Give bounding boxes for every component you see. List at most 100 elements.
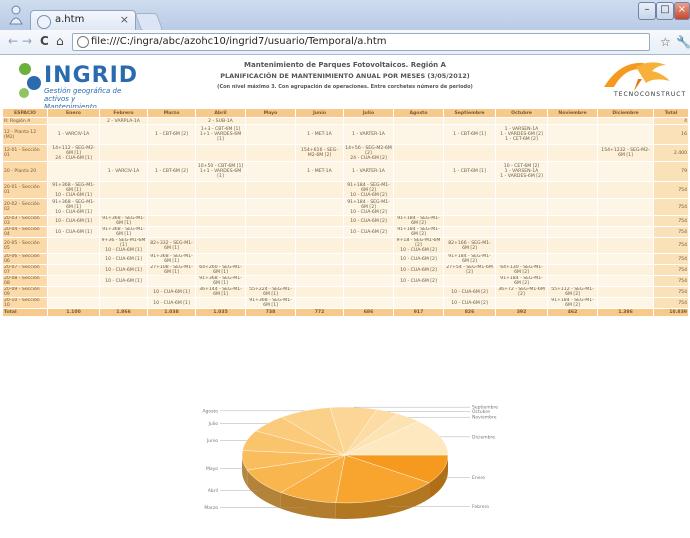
total-cell: 917 — [393, 308, 444, 317]
reload-icon[interactable]: C — [40, 34, 49, 48]
table-cell — [99, 297, 148, 309]
table-cell — [295, 264, 344, 276]
profile-icon[interactable] — [8, 4, 24, 26]
row-total-cell: 4 — [653, 117, 689, 125]
table-cell: 1 - VARCIV-1A — [99, 161, 148, 182]
table-cell — [597, 124, 654, 145]
table-cell: 10 - CUA-6M [2] — [443, 297, 496, 309]
table-cell: 1 - VARTER-1A — [343, 124, 394, 145]
table-cell — [495, 253, 548, 265]
table-cell — [47, 275, 100, 287]
table-cell: 1 - CBT-6M [1] — [443, 161, 496, 182]
table-cell — [47, 237, 100, 254]
table-cell — [443, 181, 496, 199]
title-bar: a.htm × – □ × — [0, 0, 690, 31]
table-row: 12 - Planta 12 (M2) 1 - VARCIV-1A 1 - CBT-… — [2, 124, 689, 145]
pie-label: Julio — [208, 421, 219, 427]
table-cell: 10 - CUA-6M [1] — [99, 264, 148, 276]
url-text[interactable]: file:///C:/ingra/abc/azohc10/ingrid7/usu… — [91, 36, 387, 47]
table-cell — [195, 226, 246, 238]
total-cell: Total — [2, 308, 48, 317]
table-cell: 91+368 - SEG-M1-6M [1] — [195, 275, 246, 287]
close-window-button[interactable]: × — [674, 2, 690, 20]
report-title: Mantenimiento de Parques Fotovoltaicos. … — [244, 61, 446, 69]
browser-tab[interactable]: a.htm × — [30, 10, 136, 31]
row-total-cell: 754 — [653, 286, 689, 298]
table-cell — [195, 215, 246, 227]
page-icon — [77, 36, 89, 48]
table-cell — [195, 144, 246, 162]
forward-arrow-icon[interactable]: → — [22, 34, 32, 48]
table-row: 20-08 - Sección 08 10 - CUA-6M [1] 91+368 … — [2, 275, 689, 287]
total-cell: 10.839 — [653, 308, 689, 317]
table-cell — [295, 226, 344, 238]
table-cell: 10 - CUA-6M [1] — [47, 226, 100, 238]
back-arrow-icon[interactable]: ← — [8, 34, 18, 48]
total-cell: 392 — [495, 308, 548, 317]
wrench-icon[interactable]: 🔧 — [676, 35, 690, 49]
pie-label: Junio — [206, 438, 218, 444]
table-cell — [547, 264, 598, 276]
space-cell: 20-04 - Sección 04 — [2, 226, 48, 238]
table-cell: 1 - CBT-6M [2] — [147, 161, 196, 182]
table-cell — [547, 161, 598, 182]
address-bar[interactable]: file:///C:/ingra/abc/azohc10/ingrid7/usu… — [72, 33, 650, 51]
table-cell — [495, 181, 548, 199]
column-header: Enero — [47, 108, 100, 118]
table-cell: 55+224 - SEG-M1-6M [1] — [245, 286, 296, 298]
table-cell: 64+260 - SEG-M1-6M [1] — [195, 264, 246, 276]
table-cell: 64+130 - SEG-M1-6M [2] — [495, 264, 548, 276]
table-cell: 9+36 - SEG-M1-6M [1] 10 - CUA-6M [1] — [99, 237, 148, 254]
table-cell — [343, 117, 394, 125]
minimize-button[interactable]: – — [638, 2, 656, 20]
column-header: Marzo — [147, 108, 196, 118]
table-cell: 91+368 - SEG-M1-6M [1] — [99, 215, 148, 227]
table-row: 20-10 - Sección 10 10 - CUA-6M [1] 91+368 … — [2, 297, 689, 309]
table-cell — [597, 237, 654, 254]
table-cell — [597, 297, 654, 309]
table-cell — [597, 181, 654, 199]
row-total-cell: 754 — [653, 297, 689, 309]
table-cell — [195, 237, 246, 254]
table-cell — [495, 226, 548, 238]
total-row: Total 1.100 1.866 1.038 1.035 738 772 686 917 826… — [2, 308, 689, 317]
table-cell — [245, 264, 296, 276]
table-cell: 14+56 - SEG-M2-6M [2] 24 - CUA-6M [2] — [343, 144, 394, 162]
table-cell: 1 - VARCIV-1A — [47, 124, 100, 145]
table-cell — [195, 181, 246, 199]
table-cell: 91+368 - SEG-M1-6M [1] 10 - CUA-6M [1] — [47, 198, 100, 216]
column-header: Noviembre — [547, 108, 598, 118]
table-cell: 91+184 - SEG-M1-6M [2] — [547, 297, 598, 309]
table-cell — [443, 117, 496, 125]
space-cell: 20-05 - Sección 05 — [2, 237, 48, 254]
pie-label: Marzo — [204, 505, 218, 511]
pie-chart-svg: Enero Febrero Marzo Abril Mayo Junio Julio Agos… — [202, 405, 498, 519]
home-icon[interactable]: ⌂ — [56, 34, 64, 48]
table-cell — [495, 237, 548, 254]
column-header: ESPACIO — [2, 108, 48, 118]
table-cell: 91+184 - SEG-M1-6M [2] — [393, 215, 444, 227]
table-row: 20 - Planta 20 1 - VARCIV-1A 1 - CBT-6M [2… — [2, 161, 689, 182]
table-cell — [547, 226, 598, 238]
table-cell — [597, 198, 654, 216]
page-favicon-icon — [37, 15, 51, 29]
bookmark-star-icon[interactable]: ☆ — [660, 35, 671, 49]
table-cell — [47, 117, 100, 125]
row-total-cell: 2.400 — [653, 144, 689, 162]
table-cell — [443, 144, 496, 162]
new-tab-button[interactable] — [134, 13, 164, 31]
maximize-button[interactable]: □ — [656, 2, 674, 20]
row-total-cell: 754 — [653, 275, 689, 287]
pie-label: Diciembre — [472, 434, 495, 440]
table-cell: 91+184 - SEG-M1-6M [2] — [495, 275, 548, 287]
table-cell: 1 - VARTER-1A — [343, 161, 394, 182]
table-cell — [547, 117, 598, 125]
column-header: Diciembre — [597, 108, 654, 118]
pie-label: Octubre — [472, 409, 490, 415]
table-cell — [343, 264, 394, 276]
close-tab-icon[interactable]: × — [120, 13, 129, 26]
table-cell — [495, 117, 548, 125]
table-cell — [547, 124, 598, 145]
total-cell: 772 — [295, 308, 344, 317]
table-cell: 2 - SUB-1A — [195, 117, 246, 125]
